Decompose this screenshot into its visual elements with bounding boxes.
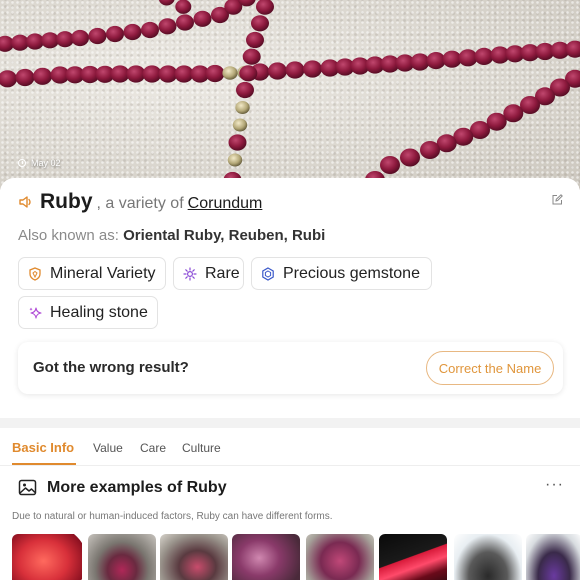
tag-label: Healing stone [50,303,148,321]
ruby-bead [242,48,261,65]
ruby-bead [236,81,254,99]
tab-value[interactable]: Value [93,441,123,455]
parent-mineral-link[interactable]: Corundum [188,195,263,213]
example-thumbnails [12,534,580,580]
stone-name: Ruby [40,190,93,213]
ruby-bead [175,0,192,14]
aka-label: Also known as: [18,227,119,244]
aka-names: Oriental Ruby, Reuben, Rubi [123,227,326,244]
gem-hexagon-icon [262,266,274,281]
example-image[interactable] [160,534,228,580]
example-image[interactable] [526,534,580,580]
gold-spacer-bead [222,66,238,80]
more-dots-icon[interactable]: ··· [545,476,564,494]
tag-label: Mineral Variety [50,264,156,282]
ruby-bead [228,134,247,151]
tag-mineral-variety[interactable]: Mineral Variety [18,257,166,290]
ruby-bead [239,65,258,82]
ruby-bead [246,31,264,49]
ruby-bead [420,141,440,159]
ruby-bead [268,62,287,80]
also-known-as: Also known as: Oriental Ruby, Reuben, Ru… [18,227,325,244]
tab-basic-info[interactable]: Basic Info [12,440,74,455]
hero-photo[interactable]: May 02 [0,0,580,190]
gold-spacer-bead [232,118,248,132]
ruby-bead [400,148,420,167]
title-row: Ruby , a variety of Corundum [18,190,262,214]
tag-rare[interactable]: Rare [173,257,244,290]
example-image[interactable] [232,534,300,580]
ruby-bead [303,60,322,78]
ruby-bead [285,61,305,79]
tab-care[interactable]: Care [140,441,166,455]
example-image[interactable] [454,534,522,580]
wrong-result-banner: Got the wrong result? Correct the Name [18,342,563,394]
active-tab-indicator [12,463,76,465]
ruby-bead [106,25,124,43]
info-tabs: Basic Info Value Care Culture [0,428,580,466]
ruby-bead [88,27,107,45]
ruby-bead [251,15,269,32]
sparkles-icon [29,306,42,319]
tag-label: Precious gemstone [283,264,420,282]
example-image[interactable] [12,534,82,580]
gold-spacer-bead [227,153,243,167]
edit-icon[interactable] [551,194,563,206]
ruby-bead [193,10,212,27]
variety-prefix: , a variety of [96,195,184,212]
tag-label: Rare [205,264,240,282]
clock-icon [18,159,26,167]
ruby-bead [71,29,89,47]
image-gallery-icon [18,479,37,496]
ruby-bead [33,67,52,85]
ruby-bead [256,0,274,15]
examples-description: Due to natural or human-induced factors,… [12,511,333,522]
photo-date: May 02 [18,158,61,168]
example-image[interactable] [88,534,156,580]
ruby-bead [380,156,400,174]
example-image[interactable] [379,534,447,580]
tag-precious-gemstone[interactable]: Precious gemstone [251,257,432,290]
photo-date-text: May 02 [31,158,61,168]
section-divider [0,418,580,428]
ruby-bead [158,18,177,35]
example-image[interactable] [306,534,374,580]
shield-icon [29,266,41,281]
examples-header: More examples of Ruby [18,478,227,497]
ruby-bead [0,70,17,88]
ruby-bead [123,23,142,41]
wrong-result-question: Got the wrong result? [33,359,189,376]
examples-title: More examples of Ruby [47,478,227,496]
tab-culture[interactable]: Culture [182,441,221,455]
ruby-bead [176,14,194,31]
ruby-bead [141,21,159,39]
tag-healing-stone[interactable]: Healing stone [18,296,158,329]
ruby-beads-image [0,0,580,189]
correct-name-button[interactable]: Correct the Name [426,351,554,385]
speaker-icon[interactable] [18,194,34,210]
ruby-bead [15,68,35,87]
sparkle-sun-icon [183,266,197,281]
ruby-bead [158,0,175,6]
gold-spacer-bead [235,101,250,114]
ruby-bead [205,64,225,83]
